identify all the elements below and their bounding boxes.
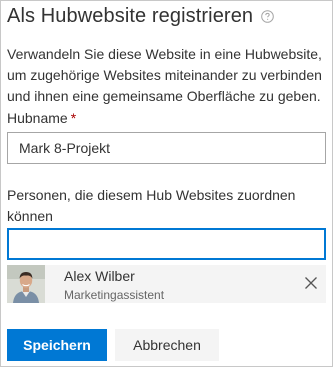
hubname-input[interactable] <box>7 132 326 164</box>
register-hub-panel: Als Hubwebsite registrieren Verwandeln S… <box>0 0 333 367</box>
save-button[interactable]: Speichern <box>7 329 107 361</box>
hubname-label-text: Hubname <box>7 110 68 126</box>
person-name: Alex Wilber <box>64 268 135 284</box>
cancel-button[interactable]: Abbrechen <box>115 329 219 361</box>
title-row: Als Hubwebsite registrieren <box>7 5 274 28</box>
panel-description: Verwandeln Sie diese Website in eine Hub… <box>7 46 322 104</box>
hubname-label: Hubname * <box>7 108 76 128</box>
close-icon[interactable] <box>304 276 318 290</box>
panel-title: Als Hubwebsite registrieren <box>7 5 254 27</box>
people-picker-input[interactable] <box>7 228 326 260</box>
avatar <box>7 265 45 303</box>
people-label: Personen, die diesem Hub Websites zuordn… <box>7 187 296 224</box>
selected-person-card: Alex Wilber Marketingassistent <box>7 265 326 303</box>
help-circle-icon[interactable] <box>261 10 274 23</box>
required-marker: * <box>70 110 77 126</box>
person-title: Marketingassistent <box>64 288 165 302</box>
